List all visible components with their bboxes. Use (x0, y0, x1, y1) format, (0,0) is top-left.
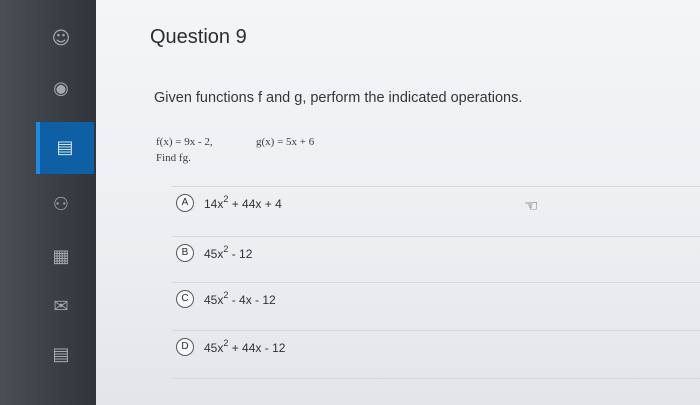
question-prompt: Given functions f and g, perform the ind… (154, 90, 523, 106)
answer-option-d[interactable]: D 45x2 + 44x - 12 (172, 330, 700, 363)
courses-icon: ▤ (56, 137, 74, 158)
option-letter-b[interactable]: B (176, 244, 194, 262)
option-text-b[interactable]: 45x2 - 12 (204, 244, 252, 261)
option-letter-c[interactable]: C (176, 290, 194, 308)
option-text-d[interactable]: 45x2 + 44x - 12 (204, 338, 285, 355)
options-divider (172, 378, 700, 379)
globe-icon[interactable]: ◉ (50, 78, 72, 100)
calendar-icon[interactable]: ▦ (50, 246, 72, 268)
option-letter-a[interactable]: A (176, 194, 194, 212)
history-icon[interactable]: ▤ (50, 344, 72, 366)
hand-pointer-icon: ☜ (524, 196, 539, 215)
groups-icon[interactable]: ⚇ (50, 194, 72, 216)
answer-option-c[interactable]: C 45x2 - 4x - 12 (172, 282, 700, 315)
option-text-a[interactable]: 14x2 + 44x + 4 (204, 194, 282, 211)
inbox-icon[interactable]: ✉ (50, 296, 72, 318)
account-icon[interactable]: ☺ (50, 28, 72, 50)
question-task: Find fg. (156, 152, 191, 164)
quiz-question-panel: Question 9 Given functions f and g, perf… (96, 0, 700, 405)
answer-option-b[interactable]: B 45x2 - 12 (172, 236, 700, 269)
function-g: g(x) = 5x + 6 (256, 136, 315, 148)
function-f: f(x) = 9x - 2, (156, 136, 213, 148)
answer-option-a[interactable]: A 14x2 + 44x + 4 (172, 186, 700, 219)
question-title: Question 9 (150, 26, 247, 48)
option-letter-d[interactable]: D (176, 338, 194, 356)
active-indicator (36, 122, 40, 174)
global-nav-sidebar: ☺ ◉ ▤ ⚇ ▦ ✉ ▤ (0, 0, 96, 405)
sidebar-item-courses[interactable]: ▤ (36, 122, 94, 174)
option-text-c[interactable]: 45x2 - 4x - 12 (204, 290, 276, 307)
